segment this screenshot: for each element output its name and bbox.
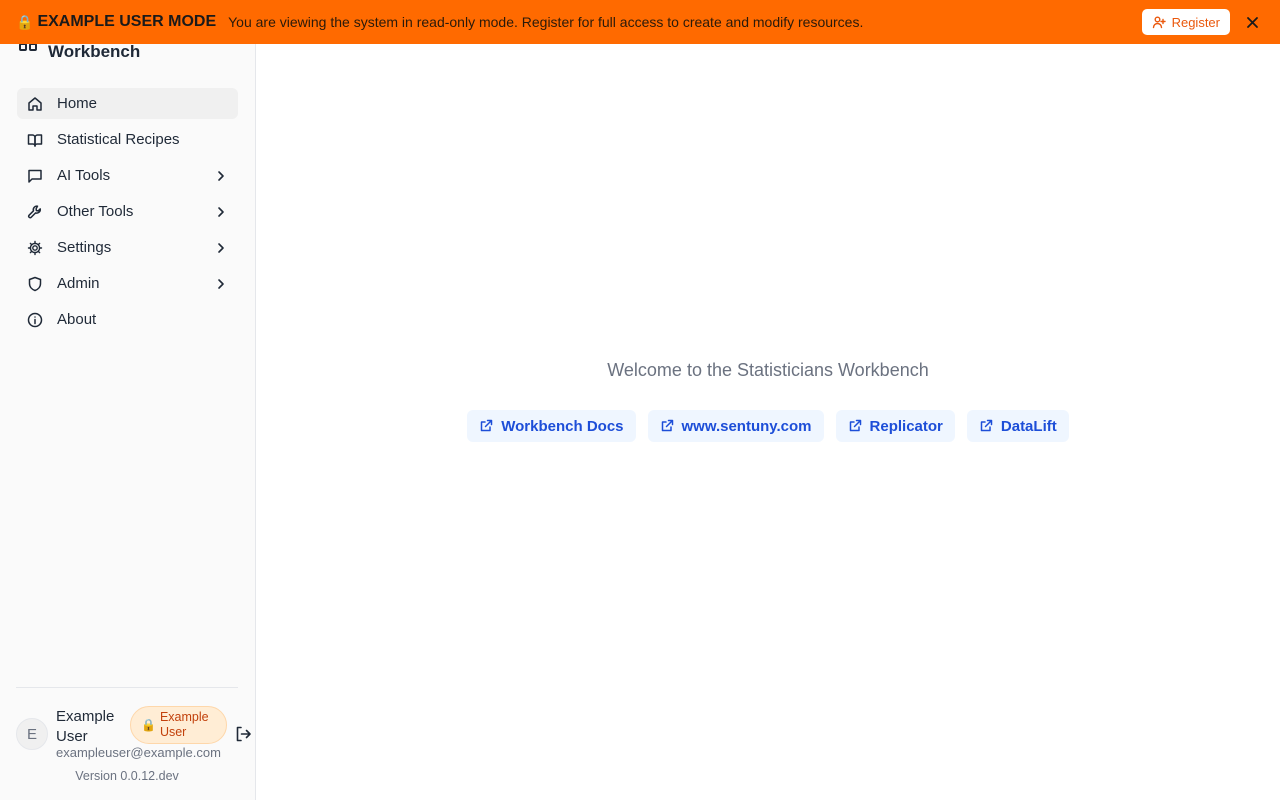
banner-title: 🔒 EXAMPLE USER MODE xyxy=(16,13,216,31)
avatar[interactable]: E xyxy=(16,718,48,750)
user-email: exampleuser@example.com xyxy=(56,745,221,760)
badge-label: Example User xyxy=(159,710,209,739)
sidebar-item-about[interactable]: About xyxy=(17,304,238,335)
sidebar: Workbench Home Statistical Recipes AI To… xyxy=(0,0,256,800)
example-user-badge: 🔒 Example User xyxy=(130,706,227,744)
book-icon xyxy=(27,133,43,147)
sidebar-item-ai-tools[interactable]: AI Tools xyxy=(17,160,238,191)
banner-title-text: EXAMPLE USER MODE xyxy=(37,13,217,30)
app-name: Workbench xyxy=(48,42,141,61)
chevron-right-icon xyxy=(218,278,224,289)
link-label: Replicator xyxy=(869,417,943,435)
sidebar-nav: Home Statistical Recipes AI Tools Other … xyxy=(17,88,238,340)
user-profile: E Example User 🔒 Example User exampleuse… xyxy=(16,705,256,761)
sidebar-item-statistical-recipes[interactable]: Statistical Recipes xyxy=(17,124,238,155)
chevron-right-icon xyxy=(218,242,224,253)
link-label: Workbench Docs xyxy=(501,417,624,435)
shield-icon xyxy=(28,276,42,291)
user-plus-icon xyxy=(1152,16,1166,29)
link-label: www.sentuny.com xyxy=(681,417,812,435)
sidebar-item-label: Admin xyxy=(57,275,100,292)
external-link-icon xyxy=(849,419,861,432)
version-label: Version 0.0.12.dev xyxy=(75,769,179,783)
sidebar-item-label: AI Tools xyxy=(57,167,111,184)
external-link-icon xyxy=(661,419,673,432)
sidebar-item-settings[interactable]: Settings xyxy=(17,232,238,263)
external-link-icon xyxy=(980,419,993,432)
close-icon xyxy=(1246,16,1258,28)
main-content: Welcome to the Statisticians Workbench W… xyxy=(256,44,1280,800)
chevron-right-icon xyxy=(218,206,224,217)
sidebar-item-admin[interactable]: Admin xyxy=(17,268,238,299)
sidebar-item-label: About xyxy=(57,311,97,328)
sidebar-item-other-tools[interactable]: Other Tools xyxy=(17,196,238,227)
chevron-right-icon xyxy=(218,170,224,181)
close-banner-button[interactable] xyxy=(1240,10,1264,34)
link-sentuny[interactable]: www.sentuny.com xyxy=(647,410,824,442)
example-mode-banner: 🔒 EXAMPLE USER MODE You are viewing the … xyxy=(0,0,1280,44)
home-icon xyxy=(28,96,42,111)
sidebar-item-label: Statistical Recipes xyxy=(57,131,180,148)
logout-icon[interactable] xyxy=(234,725,252,743)
sidebar-item-label: Other Tools xyxy=(57,203,134,220)
register-button[interactable]: Register xyxy=(1141,9,1230,35)
wrench-icon xyxy=(27,204,41,218)
sidebar-item-label: Settings xyxy=(57,239,112,256)
lock-icon: 🔒 xyxy=(16,13,34,30)
sidebar-item-home[interactable]: Home xyxy=(17,88,238,119)
message-icon xyxy=(28,169,42,183)
gear-icon xyxy=(27,240,43,255)
register-label: Register xyxy=(1171,14,1220,30)
welcome-text: Welcome to the Statisticians Workbench xyxy=(607,360,929,380)
sidebar-item-label: Home xyxy=(57,95,98,112)
sidebar-footer: E Example User 🔒 Example User exampleuse… xyxy=(16,687,251,783)
quick-links: Workbench Docs www.sentuny.com Replicato… xyxy=(256,410,1280,442)
link-datalift[interactable]: DataLift xyxy=(966,410,1069,442)
link-workbench-docs[interactable]: Workbench Docs xyxy=(467,410,636,442)
link-label: DataLift xyxy=(1000,417,1057,435)
link-replicator[interactable]: Replicator xyxy=(835,410,955,442)
lock-icon: 🔒 xyxy=(141,717,156,732)
user-name: Example User xyxy=(56,708,115,745)
info-icon xyxy=(27,312,43,327)
banner-message: You are viewing the system in read-only … xyxy=(228,14,864,30)
external-link-icon xyxy=(481,419,493,432)
